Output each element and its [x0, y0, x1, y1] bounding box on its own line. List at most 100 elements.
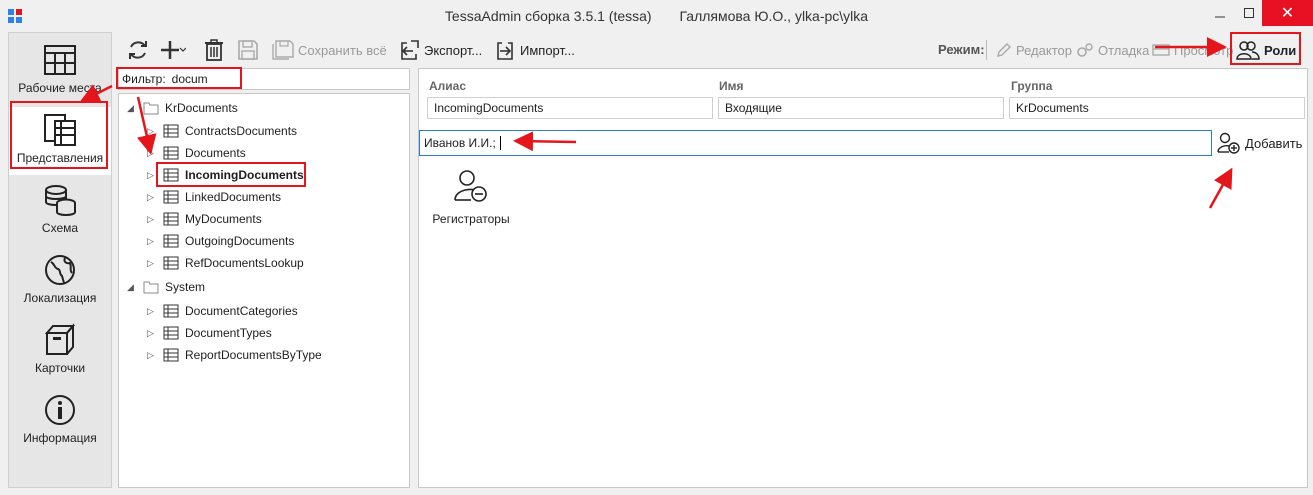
tree-item[interactable]: ▷ RefDocumentsLookup [147, 253, 304, 273]
view-item-icon [163, 256, 179, 270]
collapsed-arrow-icon[interactable]: ▷ [147, 350, 157, 361]
nav-label: Рабочие места [18, 81, 102, 95]
view-item-icon [163, 348, 179, 362]
add-button[interactable] [160, 38, 190, 62]
collapsed-arrow-icon[interactable]: ▷ [147, 126, 157, 137]
refresh-icon [129, 41, 147, 59]
expanded-arrow-icon[interactable]: ◢ [127, 103, 137, 114]
view-item-icon [163, 304, 179, 318]
tree-item[interactable]: ▷ LinkedDocuments [147, 187, 281, 207]
nav-label: Схема [41, 221, 79, 235]
view-icon [1152, 44, 1170, 56]
delete-button[interactable] [204, 38, 228, 62]
plus-icon [161, 41, 186, 59]
filter-field[interactable]: Фильтр: docum [118, 68, 410, 90]
tree-item[interactable]: ▷ DocumentCategories [147, 301, 298, 321]
mode-view-label: Просмотр [1174, 42, 1234, 58]
save-button[interactable] [238, 38, 262, 62]
tree-item[interactable]: ▷ Documents [147, 143, 246, 163]
alias-header: Алиас [429, 79, 467, 93]
alias-field[interactable]: IncomingDocuments [427, 97, 713, 119]
nav-label: Информация [23, 431, 97, 445]
name-field[interactable]: Входящие [718, 97, 1004, 119]
name-header: Имя [719, 79, 744, 93]
tree-group-system[interactable]: ◢ System [127, 277, 205, 297]
view-item-icon [163, 212, 179, 226]
tree-item-label: ReportDocumentsByType [185, 348, 322, 362]
tree-item[interactable]: ▷ DocumentTypes [147, 323, 272, 343]
add-role-button[interactable]: Добавить [1217, 132, 1302, 154]
group-field[interactable]: KrDocuments [1009, 97, 1305, 119]
floppy-multi-icon [272, 40, 294, 60]
role-tile[interactable]: Регистраторы [425, 169, 517, 226]
expanded-arrow-icon[interactable]: ◢ [127, 282, 137, 293]
close-button[interactable]: ✕ [1262, 0, 1313, 26]
maximize-button[interactable] [1232, 0, 1266, 26]
tree-item[interactable]: ▷ MyDocuments [147, 209, 262, 229]
nav-label: Локализация [23, 291, 97, 305]
collapsed-arrow-icon[interactable]: ▷ [147, 328, 157, 339]
mode-debug-label: Отладка [1098, 42, 1150, 58]
minimize-icon [1215, 16, 1225, 18]
nav-information[interactable]: Информация [9, 387, 111, 455]
toolbar: Сохранить всё Экспорт... Импорт... Режим… [118, 32, 1313, 66]
user-remove-icon[interactable] [453, 169, 489, 203]
nav-workspaces[interactable]: Рабочие места [9, 37, 111, 105]
workspace-icon [44, 45, 76, 75]
mode-roles-button[interactable]: Роли [1236, 38, 1296, 62]
view-item-icon [163, 168, 179, 182]
collapsed-arrow-icon[interactable]: ▷ [147, 258, 157, 269]
user-info: Галлямова Ю.О., ylka-pc\ylka [679, 8, 869, 24]
collapsed-arrow-icon[interactable]: ▷ [147, 214, 157, 225]
mode-debug-button[interactable]: Отладка [1076, 38, 1149, 62]
tree-item-label: IncomingDocuments [185, 168, 304, 182]
nav-label: Карточки [34, 361, 86, 375]
mode-view-button[interactable]: Просмотр [1152, 38, 1233, 62]
tree-item[interactable]: ▷ ReportDocumentsByType [147, 345, 322, 365]
export-button[interactable]: Экспорт... [398, 38, 482, 62]
tree-item-label: Documents [185, 146, 246, 160]
collapsed-arrow-icon[interactable]: ▷ [147, 170, 157, 181]
tree-item[interactable]: ▷ ContractsDocuments [147, 121, 297, 141]
mode-editor-button[interactable]: Редактор [996, 38, 1072, 62]
import-label: Импорт... [520, 42, 575, 58]
tree-item[interactable]: ▷ OutgoingDocuments [147, 231, 294, 251]
nav-cards[interactable]: Карточки [9, 317, 111, 385]
view-item-icon [163, 234, 179, 248]
title-bar: TessaAdmin сборка 3.5.1 (tessa) Галлямов… [0, 0, 1313, 32]
collapsed-arrow-icon[interactable]: ▷ [147, 192, 157, 203]
import-icon [497, 42, 513, 60]
close-icon: ✕ [1280, 5, 1295, 22]
import-button[interactable]: Импорт... [494, 38, 575, 62]
tree-item-label: DocumentCategories [185, 304, 298, 318]
tree-item-selected[interactable]: ▷ IncomingDocuments [147, 165, 304, 185]
tree-item-label: LinkedDocuments [185, 190, 282, 204]
filter-value: docum [171, 72, 208, 86]
nav-views[interactable]: Представления [9, 107, 111, 175]
collapsed-arrow-icon[interactable]: ▷ [147, 148, 157, 159]
globe-icon [45, 255, 75, 285]
collapsed-arrow-icon[interactable]: ▷ [147, 236, 157, 247]
app-title: TessaAdmin сборка 3.5.1 (tessa) [444, 8, 652, 24]
refresh-button[interactable] [126, 38, 154, 62]
views-icon [44, 114, 76, 146]
nav-schema[interactable]: Схема [9, 177, 111, 245]
trash-icon [205, 39, 223, 61]
mode-label: Режим: [938, 42, 985, 57]
mode-roles-label: Роли [1264, 42, 1297, 58]
box-icon [44, 323, 76, 355]
save-all-button[interactable]: Сохранить всё [272, 38, 387, 62]
tree-group-krdocuments[interactable]: ◢ KrDocuments [127, 98, 238, 118]
nav-localization[interactable]: Локализация [9, 247, 111, 315]
group-header: Группа [1011, 79, 1053, 93]
folder-icon [143, 102, 159, 115]
view-item-icon [163, 124, 179, 138]
export-label: Экспорт... [424, 42, 483, 58]
roles-input[interactable]: Иванов И.И.; [419, 130, 1212, 156]
left-navigation: Рабочие места Представления Схема Локали… [8, 32, 112, 488]
mode-editor-label: Редактор [1016, 42, 1072, 58]
collapsed-arrow-icon[interactable]: ▷ [147, 306, 157, 317]
nav-label: Представления [16, 151, 104, 165]
views-tree: ◢ KrDocuments ▷ ContractsDocuments ▷ Doc… [118, 93, 410, 488]
tree-item-label: RefDocumentsLookup [185, 256, 304, 270]
